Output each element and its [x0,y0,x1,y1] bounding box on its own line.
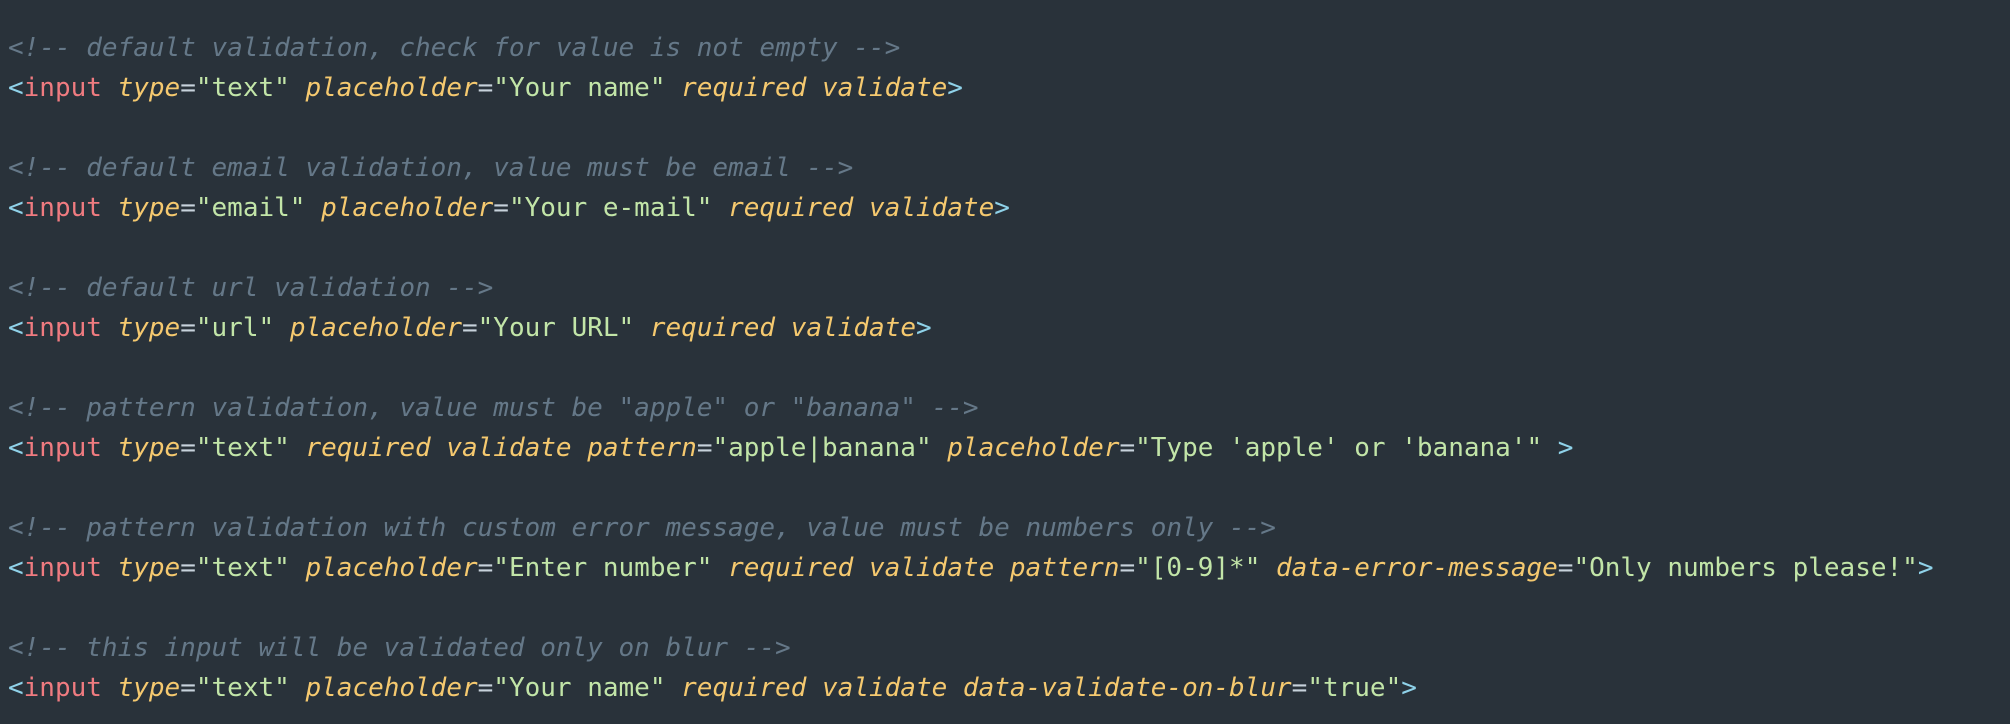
attribute-name: required [728,193,854,223]
attribute-name: pattern [1009,553,1120,583]
tag-close-bracket: > [1401,673,1417,703]
attribute-name: placeholder [947,433,1120,463]
equals-sign: = [180,673,196,703]
attribute-value: "true" [1307,673,1402,703]
equals-sign: = [477,673,494,703]
code-line: <input type="url" placeholder="Your URL"… [8,308,2010,348]
tag-open-bracket: < [8,313,24,343]
equals-sign: = [1291,673,1308,703]
equals-sign: = [180,73,196,103]
attribute-name: pattern [587,433,697,463]
tag-open-bracket: < [8,553,24,583]
code-line: <input type="text" placeholder="Your nam… [8,68,2010,108]
attribute-name: validate [822,673,948,703]
attribute-name: placeholder [305,553,478,583]
attribute-value: "Type 'apple' or 'banana'" [1135,433,1543,463]
tag-open-bracket: < [8,673,24,703]
attribute-name: validate [869,193,995,223]
attribute-value: "Your name" [493,673,666,703]
attribute-value: "Your e-mail" [508,193,713,223]
attribute-name: required [681,673,807,703]
attribute-value: "url" [195,313,275,343]
tag-name: input [23,73,102,103]
equals-sign: = [180,313,196,343]
equals-sign: = [1119,433,1136,463]
attribute-value: "Your name" [493,73,666,103]
tag-name: input [23,433,102,463]
code-comment: <!-- default validation, check for value… [8,33,901,63]
tag-open-bracket: < [8,433,24,463]
attribute-value: "text" [195,73,290,103]
attribute-value: "Your URL" [477,313,635,343]
code-editor: <!-- default validation, check for value… [0,0,2010,708]
code-comment: <!-- default email validation, value mus… [8,153,854,183]
attribute-name: placeholder [305,673,478,703]
attribute-name: validate [822,73,948,103]
attribute-name: validate [446,433,572,463]
tag-close-bracket: > [994,193,1010,223]
equals-sign: = [1119,553,1136,583]
attribute-value: "Enter number" [493,553,713,583]
tag-name: input [23,193,102,223]
attribute-name: type [117,73,181,103]
tag-close-bracket: > [1917,553,1934,583]
equals-sign: = [696,433,713,463]
code-line: <input type="email" placeholder="Your e-… [8,188,2010,228]
attribute-name: required [681,73,807,103]
attribute-value: "email" [195,193,306,223]
equals-sign: = [180,553,196,583]
tag-close-bracket: > [947,73,963,103]
code-line: <input type="text" required validate pat… [8,428,2010,468]
attribute-name: data-error-message [1276,553,1558,583]
attribute-value: "[0-9]*" [1135,553,1261,583]
attribute-name: type [117,553,181,583]
equals-sign: = [462,313,478,343]
attribute-value: "text" [195,553,290,583]
attribute-name: type [117,313,181,343]
attribute-name: required [728,553,854,583]
equals-sign: = [180,193,196,223]
tag-open-bracket: < [8,193,24,223]
attribute-name: placeholder [321,193,494,223]
equals-sign: = [180,433,196,463]
code-comment: <!-- this input will be validated only o… [8,633,791,663]
equals-sign: = [477,553,494,583]
attribute-name: validate [790,313,916,343]
attribute-name: type [117,673,181,703]
equals-sign: = [1557,553,1574,583]
code-comment: <!-- default url validation --> [8,273,494,303]
tag-name: input [23,553,102,583]
code-line: <input type="text" placeholder="Your nam… [8,668,2010,708]
code-comment: <!-- pattern validation with custom erro… [8,513,1276,543]
tag-close-bracket: > [915,313,932,343]
equals-sign: = [493,193,509,223]
attribute-name: required [649,313,776,343]
equals-sign: = [477,73,494,103]
attribute-value: "Only numbers please!" [1573,553,1918,583]
attribute-value: "apple|banana" [712,433,932,463]
attribute-name: placeholder [289,313,462,343]
code-line: <input type="text" placeholder="Enter nu… [8,548,2010,588]
code-comment: <!-- pattern validation, value must be "… [8,393,979,423]
attribute-name: required [305,433,431,463]
attribute-value: "text" [195,673,290,703]
tag-name: input [23,313,102,343]
attribute-name: placeholder [305,73,478,103]
attribute-name: data-validate-on-blur [962,673,1292,703]
attribute-name: validate [869,553,995,583]
tag-open-bracket: < [8,73,24,103]
attribute-name: type [117,193,181,223]
tag-name: input [23,673,102,703]
attribute-value: "text" [195,433,290,463]
tag-close-bracket: > [1542,433,1574,463]
attribute-name: type [117,433,181,463]
